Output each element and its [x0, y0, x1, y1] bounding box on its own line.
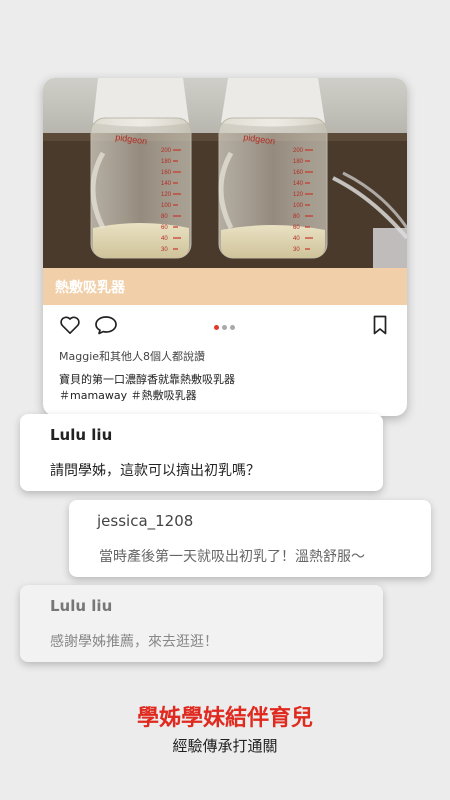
scale-label: 160	[293, 170, 304, 176]
promo-subline: 經驗傳承打通關	[172, 737, 278, 755]
scale-label: 80	[293, 214, 300, 220]
carousel-dots[interactable]	[214, 325, 235, 330]
heart-icon[interactable]	[59, 315, 81, 339]
scale-label: 30	[293, 247, 300, 253]
promo-headline: 學姊學妹結伴育兒	[136, 706, 313, 731]
carousel-dot[interactable]	[222, 325, 227, 330]
comment-text: 感謝學姊推薦，來去逛逛！	[50, 634, 218, 650]
bottles-photo: 200 180 160 140 120 100 80 60 40 30 200 180 160 140 12…	[43, 78, 407, 268]
scale-label: 120	[293, 192, 304, 198]
carousel-dot[interactable]	[214, 325, 219, 330]
scale-label: 200	[293, 148, 304, 154]
comment-username[interactable]: Lulu liu	[50, 426, 112, 444]
product-label-band[interactable]: 熱敷吸乳器	[43, 268, 407, 305]
scale-label: 180	[161, 159, 172, 165]
scale-label: 100	[161, 203, 172, 209]
post-caption: 寶貝的第一口濃醇香就靠熱敷吸乳器 ＃mamaway ＃熱敷吸乳器	[59, 372, 235, 404]
post-actions	[43, 305, 407, 347]
scale-label: 200	[161, 148, 172, 154]
carousel-dot[interactable]	[230, 325, 235, 330]
comment-username[interactable]: jessica_1208	[97, 512, 193, 530]
post-card[interactable]: 200 180 160 140 120 100 80 60 40 30 200 180 160 140 12…	[43, 78, 407, 416]
scale-label: 60	[293, 225, 300, 231]
caption-line: 寶貝的第一口濃醇香就靠熱敷吸乳器	[59, 373, 235, 386]
scale-label: 100	[293, 203, 304, 209]
comment-username[interactable]: Lulu liu	[50, 597, 112, 615]
scale-label: 140	[161, 181, 172, 187]
caption-hashtags[interactable]: ＃mamaway ＃熱敷吸乳器	[59, 388, 235, 404]
comment-icon[interactable]	[94, 315, 118, 339]
scale-label: 140	[293, 181, 304, 187]
scale-label: 180	[293, 159, 304, 165]
bookmark-icon[interactable]	[373, 315, 387, 339]
scale-label: 30	[161, 247, 168, 253]
comment-text: 請問學姊，這款可以擠出初乳嗎？	[50, 463, 260, 479]
scale-label: 60	[161, 225, 168, 231]
scale-label: 80	[161, 214, 168, 220]
scale-label: 160	[161, 170, 172, 176]
scale-label: 40	[161, 236, 168, 242]
comment-text: 當時產後第一天就吸出初乳了！溫熱舒服～	[99, 549, 365, 565]
likes-count[interactable]: Maggie和其他人8個人都說讚	[59, 348, 205, 364]
comment-bubble: Lulu liu 感謝學姊推薦，來去逛逛！	[20, 585, 383, 662]
scale-label: 120	[161, 192, 172, 198]
reply-bubble: jessica_1208 當時產後第一天就吸出初乳了！溫熱舒服～	[69, 500, 431, 577]
comment-bubble: Lulu liu 請問學姊，這款可以擠出初乳嗎？	[20, 414, 383, 491]
post-photo[interactable]: 200 180 160 140 120 100 80 60 40 30 200 180 160 140 12…	[43, 78, 407, 268]
product-label: 熱敷吸乳器	[55, 280, 125, 296]
scale-label: 40	[293, 236, 300, 242]
